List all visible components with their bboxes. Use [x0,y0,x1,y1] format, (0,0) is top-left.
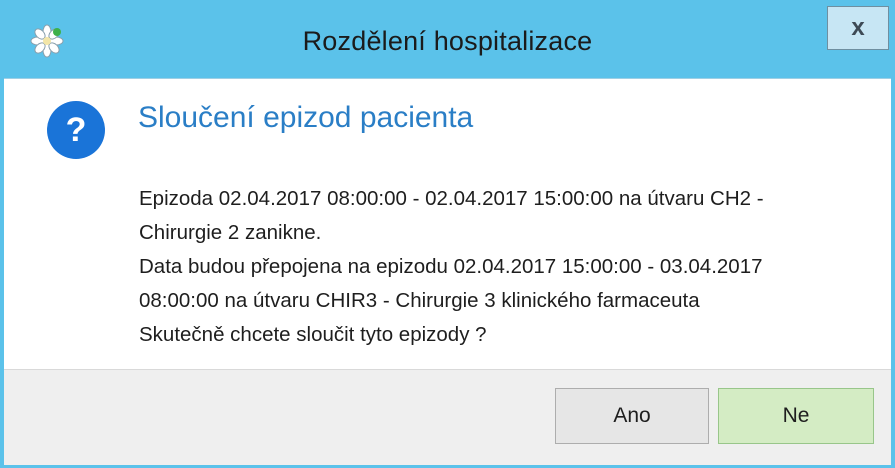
message-line: 08:00:00 na útvaru CHIR3 - Chirurgie 3 k… [139,289,700,312]
dialog-content: ? Sloučení epizod pacienta Epizoda 02.04… [4,78,891,369]
message-line: Chirurgie 2 zanikne. [139,221,322,244]
message-line: Data budou přepojena na epizodu 02.04.20… [139,255,763,278]
button-bar: Ano Ne [4,369,891,465]
title-bar[interactable]: Rozdělení hospitalizace x [4,0,891,78]
dialog-heading: Sloučení epizod pacienta [138,101,474,134]
question-mark-glyph: ? [65,111,87,149]
message-line: Skutečně chcete sloučit tyto epizody ? [139,323,487,346]
window-title: Rozdělení hospitalizace [302,26,593,56]
dialog-window: Rozdělení hospitalizace x ? Sloučení epi… [0,0,895,468]
message-line: Epizoda 02.04.2017 08:00:00 - 02.04.2017… [139,187,764,210]
yes-button[interactable]: Ano [555,388,709,444]
close-icon: x [851,14,865,41]
close-button[interactable]: x [827,6,889,50]
question-icon: ? [47,101,105,159]
no-button[interactable]: Ne [718,388,874,444]
dialog-message: Epizoda 02.04.2017 08:00:00 - 02.04.2017… [139,182,869,352]
